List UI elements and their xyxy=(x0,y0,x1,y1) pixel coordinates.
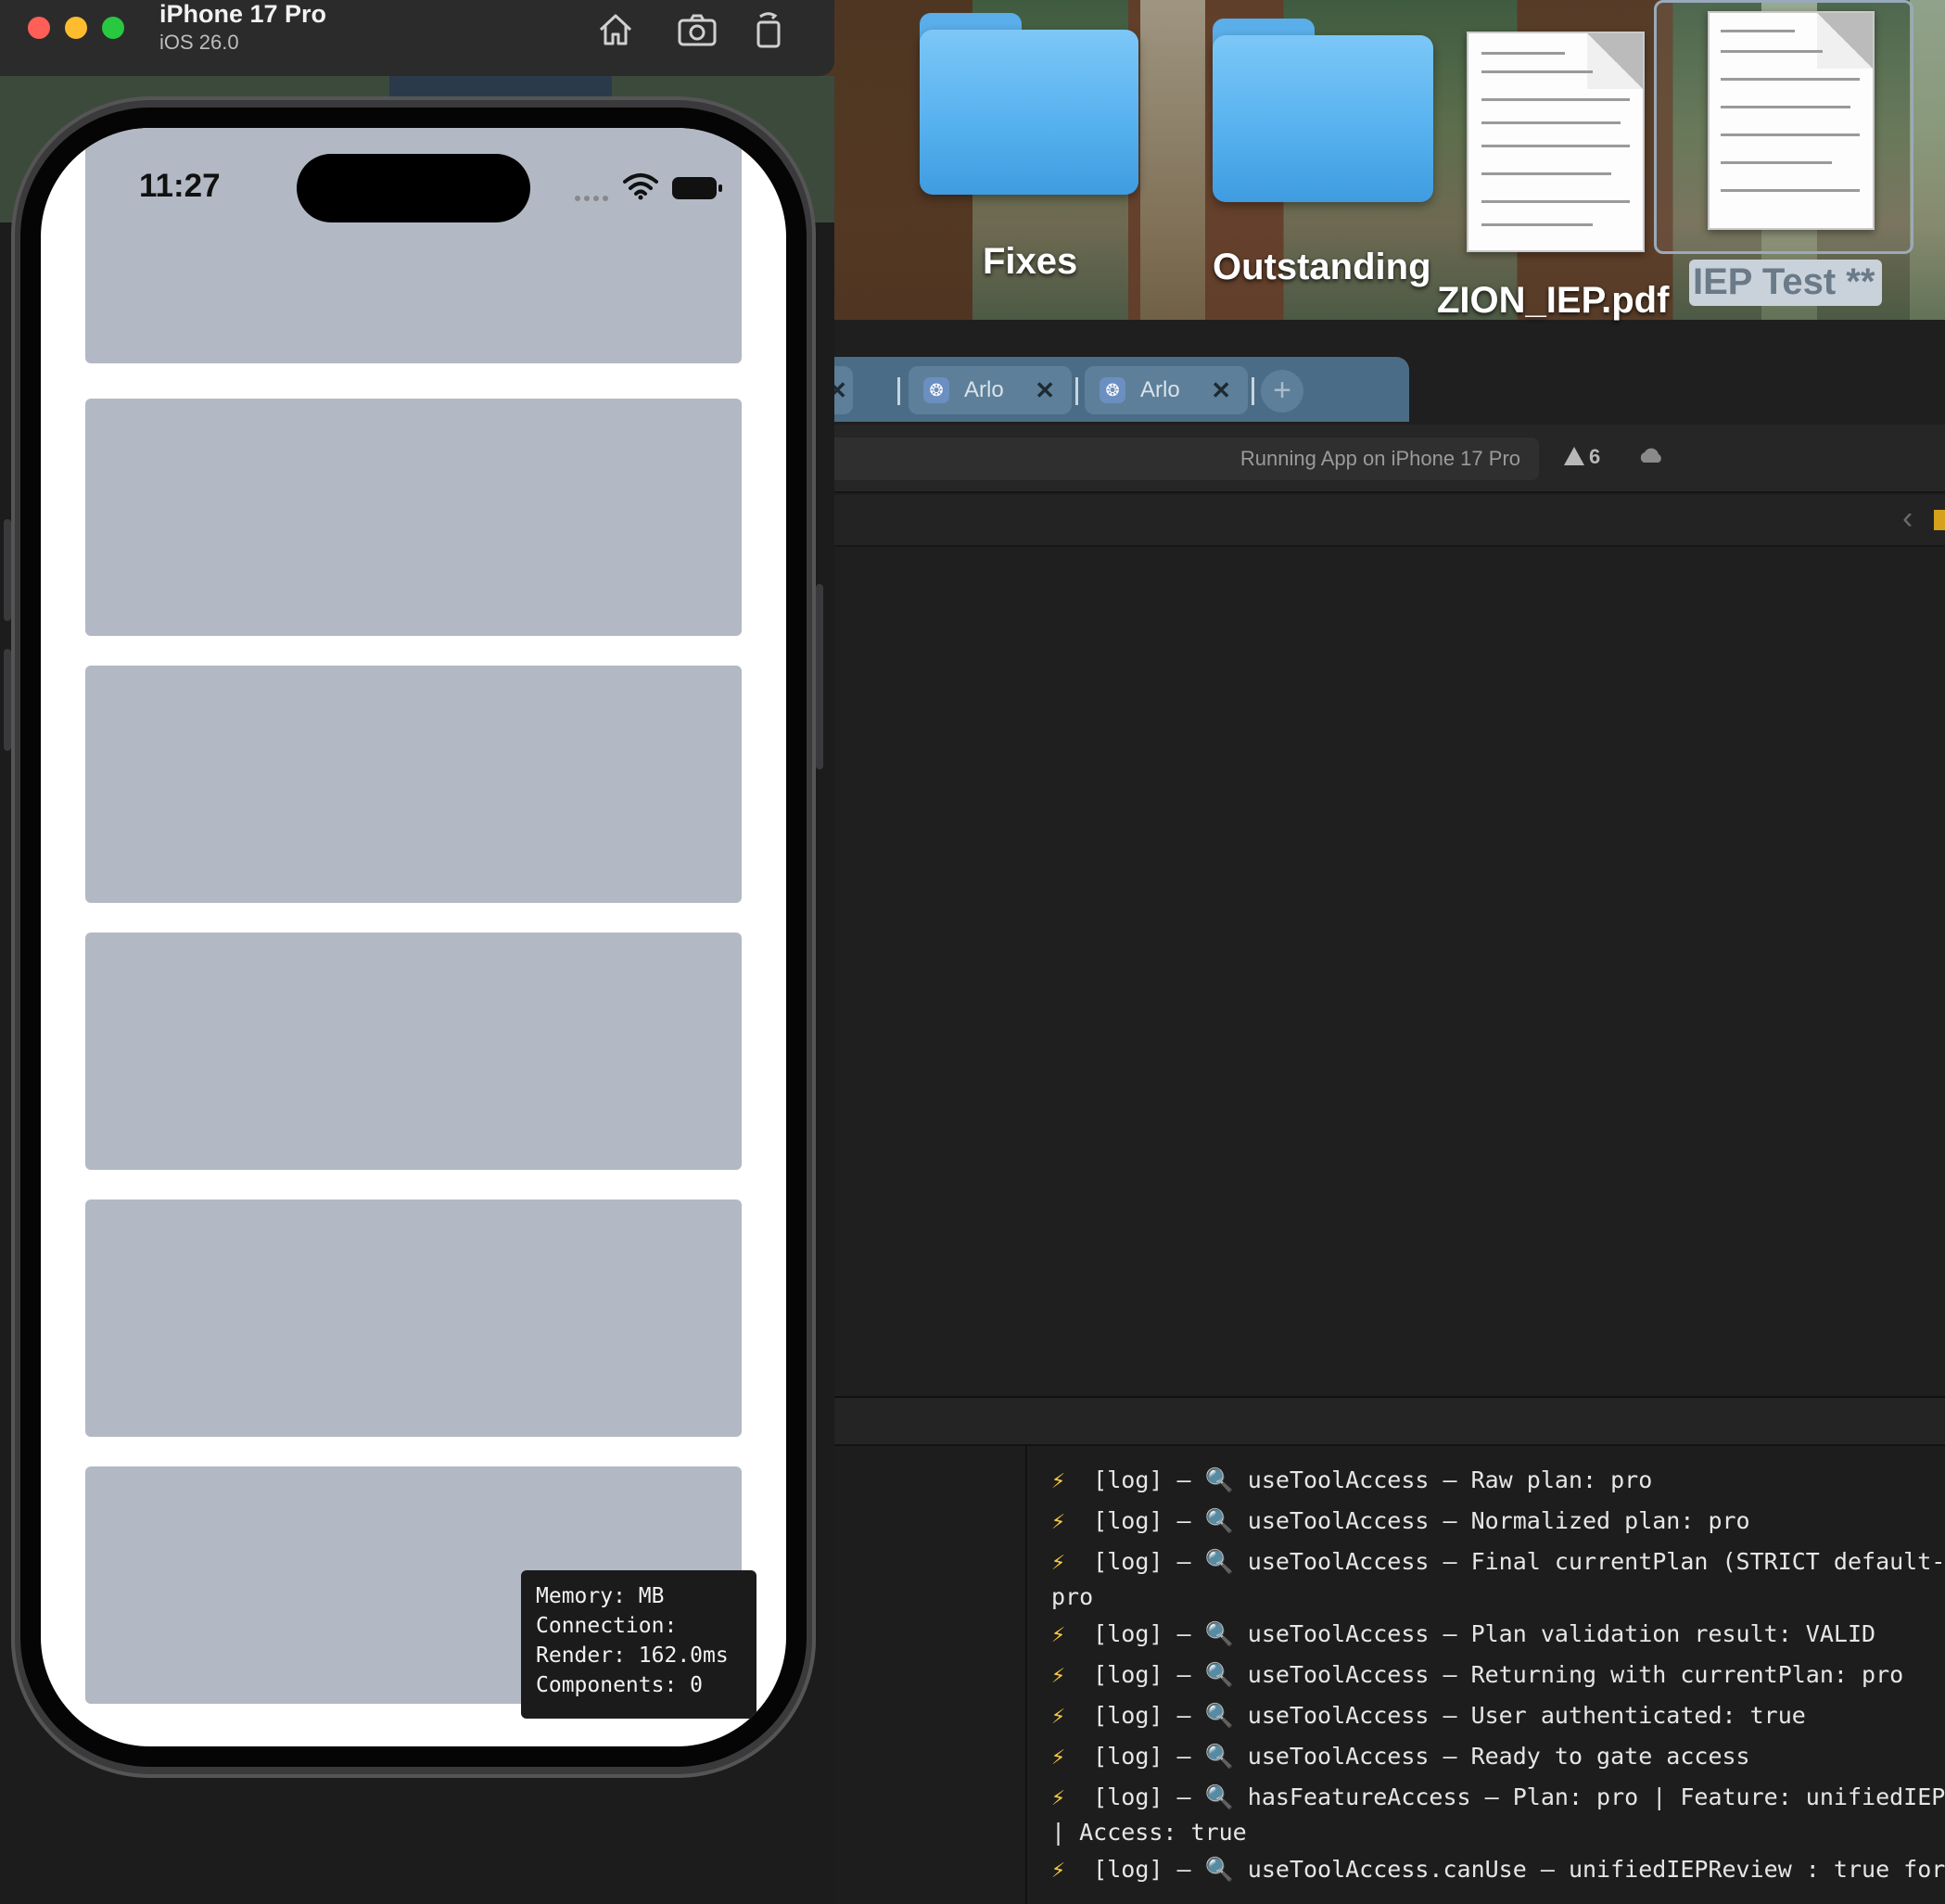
xcode-tab-bar: ee ✕ ❂ Arlo ✕ ❂ Arlo ✕ + xyxy=(769,357,1409,422)
minimize-window-button[interactable] xyxy=(65,17,87,39)
page-fold xyxy=(1587,33,1643,89)
desktop-icon-label: Fixes xyxy=(983,241,1078,282)
perf-render: Render: 162.0ms xyxy=(536,1644,729,1668)
console-line: ⚡ [log] – 🔍 useToolAccess – User authent… xyxy=(1051,1702,1806,1729)
cloud-icon[interactable] xyxy=(1637,446,1665,464)
variables-pane xyxy=(807,1446,1027,1904)
console-line: ⚡ [log] – 🔍 useToolAccess – Final curren… xyxy=(1051,1548,1945,1575)
battery-icon xyxy=(672,177,722,199)
warning-marker xyxy=(1934,510,1945,530)
activity-status-text: Running App on iPhone 17 Pro xyxy=(1239,447,1520,470)
activity-status: Running App on iPhone 17 Pro xyxy=(807,438,1539,480)
cellular-signal-icon xyxy=(575,196,608,201)
skeleton-card xyxy=(85,399,742,636)
doc-line xyxy=(1721,30,1795,32)
pdf-document-icon xyxy=(1708,11,1875,230)
rotate-icon[interactable] xyxy=(747,7,792,52)
desktop-icon-label: Outstanding xyxy=(1213,247,1431,287)
page-fold xyxy=(1817,13,1873,69)
pdf-document-icon xyxy=(1467,32,1645,252)
doc-line xyxy=(1481,121,1621,124)
doc-line xyxy=(1721,133,1860,136)
wifi-icon xyxy=(623,173,658,200)
doc-line xyxy=(1721,189,1860,192)
tab-arlo-1[interactable]: ❂ Arlo ✕ xyxy=(909,366,1072,414)
debug-bar xyxy=(807,1398,1945,1446)
doc-line xyxy=(1481,200,1630,203)
doc-line xyxy=(1481,223,1593,226)
wallpaper-highlight xyxy=(1140,0,1205,320)
doc-line xyxy=(1481,52,1565,55)
editor-area xyxy=(807,495,1945,1396)
console-line-wrap: | Access: true xyxy=(1051,1819,1247,1846)
folder-icon xyxy=(1213,35,1433,202)
status-bar-time: 11:27 xyxy=(139,168,221,204)
console-line-wrap: pro xyxy=(1051,1583,1094,1610)
app-icon: ❂ xyxy=(923,377,949,403)
screenshot-icon[interactable] xyxy=(675,7,719,52)
volume-down-button[interactable] xyxy=(4,649,11,751)
tab-arlo-2[interactable]: ❂ Arlo ✕ xyxy=(1085,366,1248,414)
close-window-button[interactable] xyxy=(28,17,50,39)
app-icon: ❂ xyxy=(1100,377,1125,403)
close-icon[interactable]: ✕ xyxy=(1035,376,1055,405)
desktop-icon-label: IEP Test ** xyxy=(1693,261,1875,302)
tab-label: Arlo xyxy=(1140,377,1180,402)
side-button[interactable] xyxy=(816,584,823,769)
iphone-screen[interactable]: 11:27 Memory: MB Connection: Render: 162… xyxy=(41,128,786,1746)
doc-line xyxy=(1721,106,1850,108)
dock-hint xyxy=(389,76,612,96)
warning-icon xyxy=(1564,447,1584,465)
volume-up-button[interactable] xyxy=(4,519,11,621)
console-line: ⚡ [log] – 🔍 useToolAccess – Returning wi… xyxy=(1051,1661,1904,1688)
console-line: ⚡ [log] – 🔍 useToolAccess – Raw plan: pr… xyxy=(1051,1466,1653,1493)
wallpaper-highlight xyxy=(1910,0,1945,320)
console-line: ⚡ [log] – 🔍 useToolAccess – Normalized p… xyxy=(1051,1507,1750,1534)
warning-count: 6 xyxy=(1589,445,1601,468)
perf-connection: Connection: xyxy=(536,1614,678,1638)
doc-line xyxy=(1481,172,1611,175)
simulator-title-bar: iPhone 17 Pro iOS 26.0 xyxy=(0,0,834,76)
console-line: ⚡ [log] – 🔍 useToolAccess.canUse – unifi… xyxy=(1051,1856,1945,1883)
simulator-device-name: iPhone 17 Pro xyxy=(159,0,327,28)
close-icon[interactable]: ✕ xyxy=(1211,376,1231,405)
skeleton-card xyxy=(85,666,742,903)
console-line: ⚡ [log] – 🔍 useToolAccess – Plan validat… xyxy=(1051,1620,1876,1647)
zoom-window-button[interactable] xyxy=(102,17,124,39)
home-icon[interactable] xyxy=(593,7,638,52)
perf-components: Components: 0 xyxy=(536,1673,704,1697)
desktop-icon-label: ZION_IEP.pdf xyxy=(1437,280,1670,321)
doc-line xyxy=(1721,161,1832,164)
console-line: ⚡ [log] – 🔍 hasFeatureAccess – Plan: pro… xyxy=(1051,1783,1945,1810)
doc-line xyxy=(1721,78,1860,81)
tab-separator xyxy=(1075,377,1078,405)
editor-jump-bar xyxy=(807,495,1945,547)
doc-line xyxy=(1721,50,1823,53)
perf-memory: Memory: MB xyxy=(536,1584,665,1608)
add-tab-button[interactable]: + xyxy=(1261,370,1303,413)
simulator-os-version: iOS 26.0 xyxy=(159,31,239,54)
doc-line xyxy=(1481,70,1593,73)
doc-line xyxy=(1481,98,1630,101)
skeleton-card xyxy=(85,1200,742,1437)
chevron-left-icon[interactable]: ‹ xyxy=(1902,501,1913,537)
console-line: ⚡ [log] – 🔍 useToolAccess – Ready to gat… xyxy=(1051,1743,1750,1770)
performance-overlay: Memory: MB Connection: Render: 162.0ms C… xyxy=(521,1570,756,1719)
tab-label: Arlo xyxy=(964,377,1004,402)
skeleton-card xyxy=(85,933,742,1170)
dynamic-island xyxy=(297,154,530,222)
debug-console[interactable]: ⚡ [log] – 🔍 useToolAccess – Raw plan: pr… xyxy=(1029,1446,1945,1904)
folder-icon xyxy=(920,30,1138,195)
doc-line xyxy=(1481,145,1630,147)
tab-separator xyxy=(897,377,900,405)
tab-separator xyxy=(1252,377,1254,405)
